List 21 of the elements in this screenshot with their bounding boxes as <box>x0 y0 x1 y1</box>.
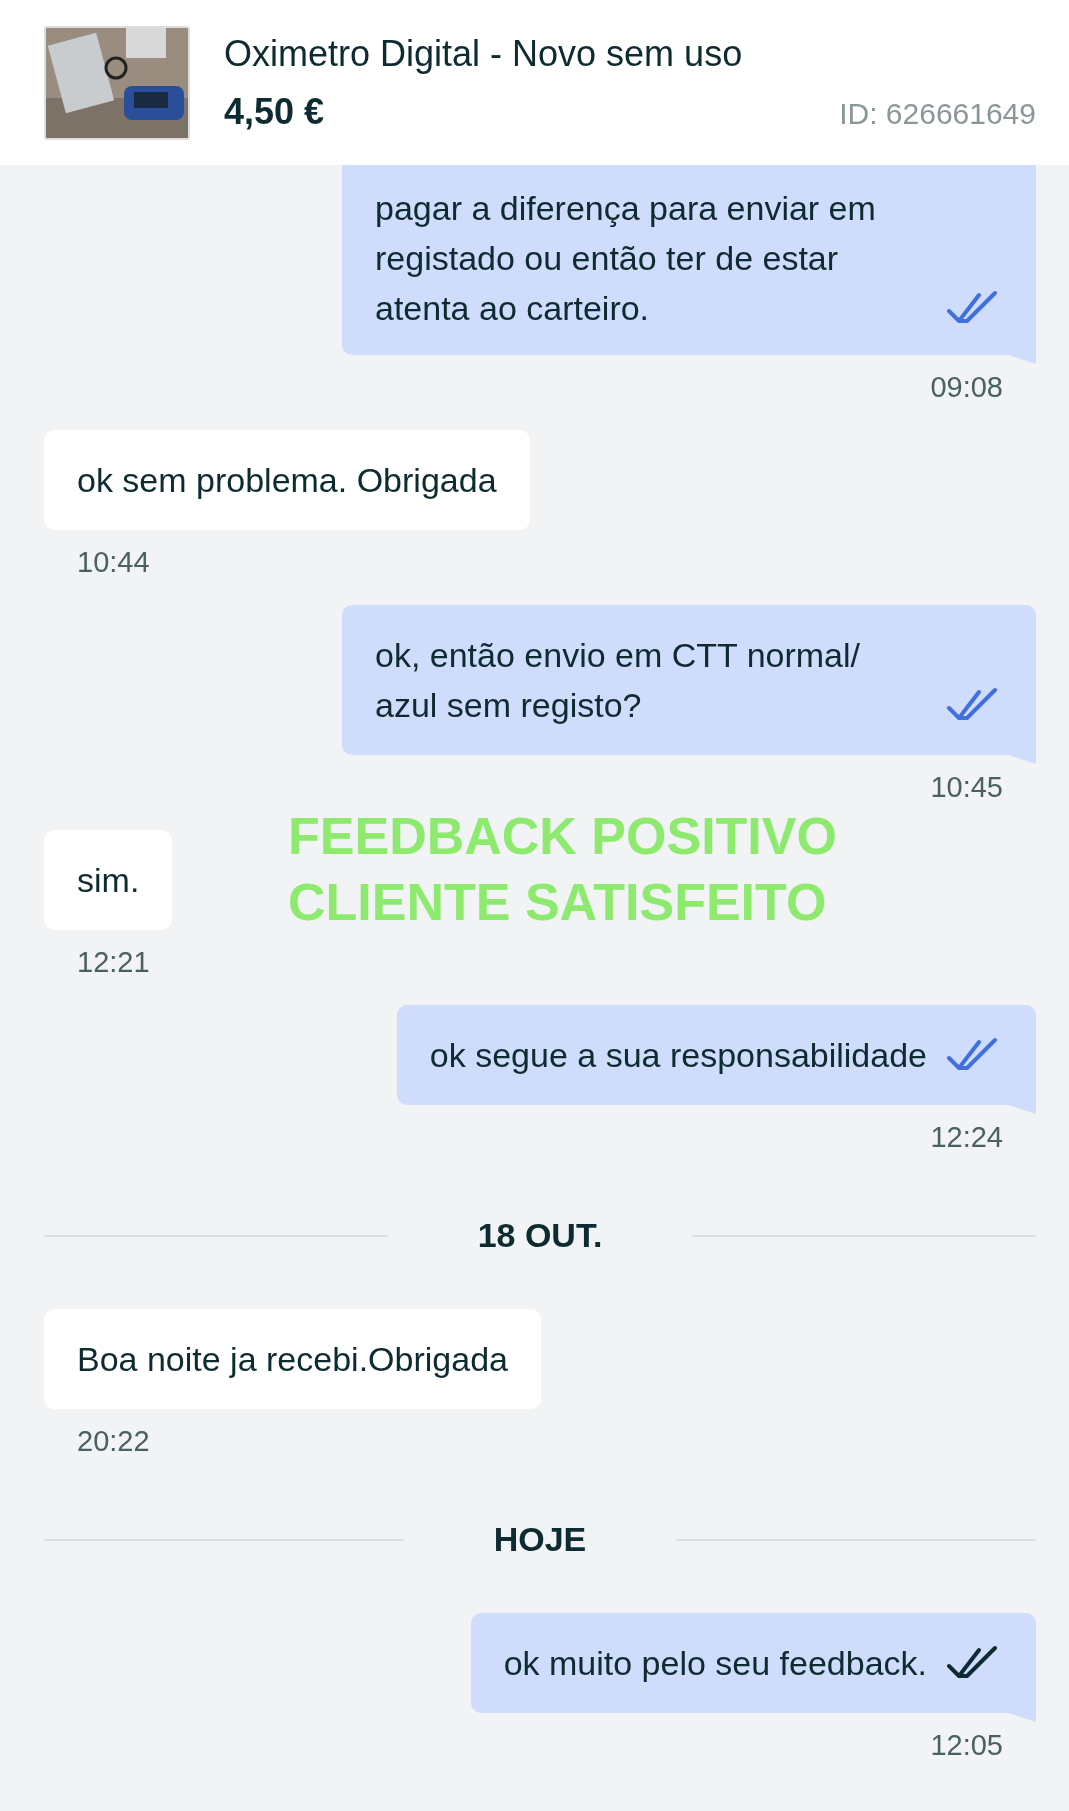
date-separator: HOJE <box>493 1520 587 1559</box>
message-time: 10:44 <box>77 546 150 579</box>
listing-price: 4,50 € <box>224 90 325 133</box>
message-time: 12:24 <box>930 1121 1003 1154</box>
message-text: ok, então envio em CTT normal/ azul sem registo? <box>375 635 862 726</box>
message-text: ok segue a sua responsabilidade <box>429 1035 927 1076</box>
message-time: 12:21 <box>77 946 150 979</box>
message-time: 10:45 <box>930 771 1003 804</box>
overlay-caption: FEEDBACK POSITIVO <box>288 806 837 867</box>
message-time: 20:22 <box>77 1425 150 1458</box>
listing-id: ID: 626661649 <box>839 96 1036 131</box>
message-text: sim. <box>77 860 140 901</box>
overlay-caption: CLIENTE SATISFEITO <box>288 872 828 933</box>
message-time: 09:08 <box>930 371 1003 404</box>
message-text: ok sem problema. Obrigada <box>77 460 497 501</box>
message-text: pagar a diferença para enviar em registado ou então ter de estar atenta ao carteiro. <box>375 188 877 329</box>
listing-title: Oximetro Digital - Novo sem uso <box>224 32 744 75</box>
date-separator: 18 OUT. <box>477 1216 603 1255</box>
message-text: Boa noite ja recebi.Obrigada <box>77 1339 508 1380</box>
message-time: 12:05 <box>930 1729 1003 1762</box>
message-text: ok muito pelo seu feedback. <box>503 1643 927 1684</box>
